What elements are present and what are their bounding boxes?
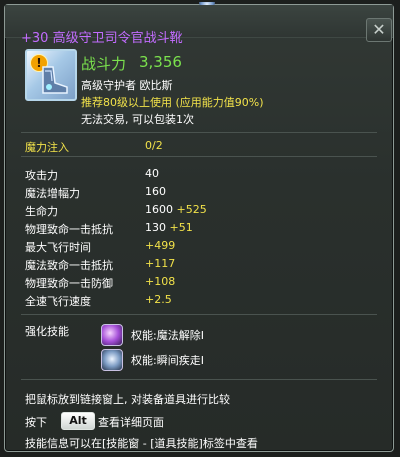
divider <box>21 314 377 315</box>
stat-value: 130 +51 <box>145 221 193 234</box>
divider <box>21 156 377 157</box>
stat-value: +499 <box>145 239 176 252</box>
compare-hint-text: 把鼠标放到链接窗上, 对装备道具进行比较 <box>25 393 230 406</box>
enhance-skill-label: 强化技能 <box>25 325 69 338</box>
divider <box>21 132 377 133</box>
divider <box>21 379 377 380</box>
stat-label: 全速飞行速度 <box>25 295 91 308</box>
stat-value: 1600 +525 <box>145 203 207 216</box>
stat-value: +2.5 <box>145 293 172 306</box>
trade-info-text: 无法交易, 可以包装1次 <box>81 113 194 126</box>
mana-infusion-label: 魔力注入 <box>25 141 69 154</box>
stat-value: 160 <box>145 185 166 198</box>
item-type-text: 高级守护者 欧比斯 <box>81 79 173 92</box>
boots-art-icon <box>42 66 68 94</box>
boots-item-icon[interactable]: ! <box>25 49 77 101</box>
stat-label: 魔法致命一击抵抗 <box>25 259 113 272</box>
combat-power-label: 战斗力 <box>81 55 127 73</box>
stat-label: 物理致命一击抵抗 <box>25 223 113 236</box>
item-tooltip: +30 高级守卫司令官战斗靴 ✕ ! 战斗力 3,356 高级守护者 欧比斯 推… <box>4 2 394 452</box>
press-text: 按下 <box>25 416 47 429</box>
stat-label: 攻击力 <box>25 169 58 182</box>
combat-power-value: 3,356 <box>139 53 182 71</box>
stat-label: 物理致命一击防御 <box>25 277 113 290</box>
stat-value: +108 <box>145 275 176 288</box>
close-button[interactable]: ✕ <box>366 18 392 42</box>
skill-info-hint-text: 技能信息可以在[技能窗 - [道具技能]标签中查看 <box>25 437 258 450</box>
skill-name: 权能:瞬间疾走I <box>131 354 204 367</box>
close-icon: ✕ <box>372 20 386 39</box>
mana-infusion-value: 0/2 <box>145 139 163 152</box>
view-detail-text: 查看详细页面 <box>98 416 164 429</box>
magic-dispel-skill-icon[interactable] <box>101 324 123 346</box>
stat-value: +117 <box>145 257 176 270</box>
instant-dash-skill-icon[interactable] <box>101 349 123 371</box>
recommend-level-text: 推荐80级以上使用 (应用能力值90%) <box>81 96 264 109</box>
stat-value: 40 <box>145 167 159 180</box>
stat-label: 最大飞行时间 <box>25 241 91 254</box>
stat-label: 生命力 <box>25 205 58 218</box>
stat-label: 魔法增幅力 <box>25 187 80 200</box>
item-name: +30 高级守卫司令官战斗靴 <box>21 31 183 46</box>
alt-key-badge: Alt <box>61 412 95 430</box>
skill-name: 权能:魔法解除I <box>131 329 204 342</box>
